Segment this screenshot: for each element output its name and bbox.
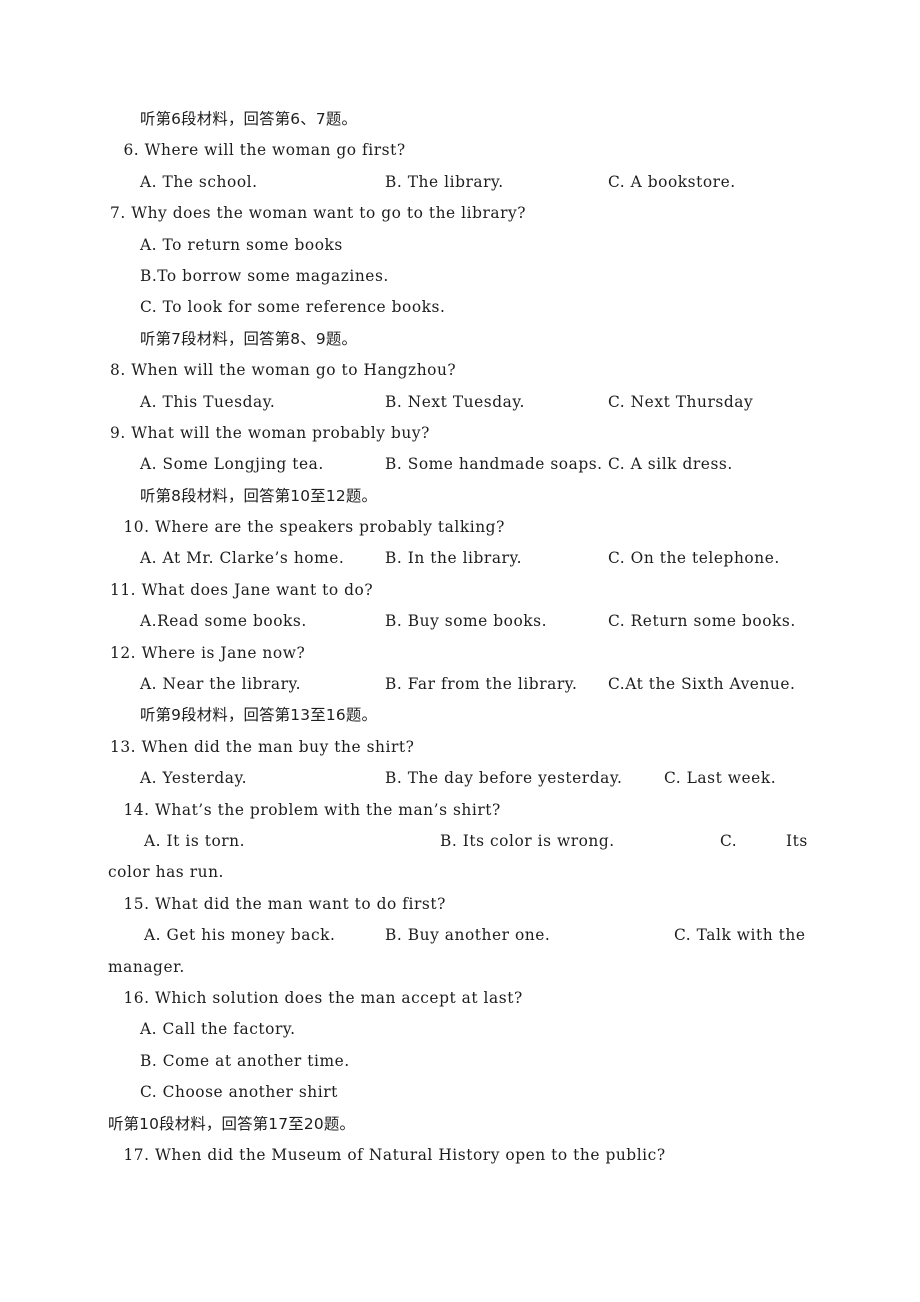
option-6-b[interactable]: B. The library.	[385, 167, 504, 198]
question-stem-17: 17. When did the Museum of Natural Histo…	[118, 1145, 666, 1164]
question-stem-14: 14. What’s the problem with the man’s sh…	[118, 800, 501, 819]
option-13-b[interactable]: B. The day before yesterday.	[385, 763, 623, 794]
exam-page: 听第6段材料，回答第6、7题。 6. Where will the woman …	[0, 0, 920, 1302]
option-10-b[interactable]: B. In the library.	[385, 543, 522, 574]
option-6-c[interactable]: C. A bookstore.	[608, 167, 736, 198]
question-stem-8: 8. When will the woman go to Hangzhou?	[110, 361, 457, 380]
option-14-c-label[interactable]: C.	[720, 826, 737, 857]
option-9-a[interactable]: A. Some Longjing tea.	[140, 449, 324, 480]
listening-direction-13-16: 听第9段材料，回答第13至16题。	[140, 706, 378, 725]
listening-direction-8-9: 听第7段材料，回答第8、9题。	[140, 329, 358, 348]
option-16-c[interactable]: C. Choose another shirt	[108, 1077, 914, 1108]
option-7-a[interactable]: A. To return some books	[108, 230, 914, 261]
question-stem-16: 16. Which solution does the man accept a…	[118, 988, 523, 1007]
option-14-c-wrapped-line: color has run.	[108, 863, 224, 882]
option-14-c-text-head[interactable]: Its	[786, 826, 808, 857]
option-9-b[interactable]: B. Some handmade soaps.	[385, 449, 603, 480]
option-13-c[interactable]: C. Last week.	[664, 763, 776, 794]
option-14-b[interactable]: B. Its color is wrong.	[440, 826, 615, 857]
option-8-c[interactable]: C. Next Thursday	[608, 387, 753, 418]
question-stem-13: 13. When did the man buy the shirt?	[110, 737, 415, 756]
question-stem-9: 9. What will the woman probably buy?	[110, 423, 430, 442]
question-stem-12: 12. Where is Jane now?	[110, 643, 306, 662]
options-row-13: A. Yesterday. B. The day before yesterda…	[108, 763, 914, 794]
option-13-a[interactable]: A. Yesterday.	[140, 763, 247, 794]
option-12-c[interactable]: C.At the Sixth Avenue.	[608, 669, 796, 700]
option-9-c[interactable]: C. A silk dress.	[608, 449, 733, 480]
question-stem-6: 6. Where will the woman go first?	[118, 141, 406, 160]
options-row-11: A.Read some books. B. Buy some books. C.…	[108, 606, 914, 637]
option-8-a[interactable]: A. This Tuesday.	[140, 387, 275, 418]
options-row-6: A. The school. B. The library. C. A book…	[108, 167, 914, 198]
option-10-c[interactable]: C. On the telephone.	[608, 543, 780, 574]
page-content: 听第6段材料，回答第6、7题。 6. Where will the woman …	[108, 104, 914, 1171]
question-stem-11: 11. What does Jane want to do?	[110, 580, 374, 599]
option-11-a[interactable]: A.Read some books.	[140, 606, 307, 637]
options-row-15: A. Get his money back. B. Buy another on…	[108, 920, 914, 951]
option-15-b[interactable]: B. Buy another one.	[385, 920, 550, 951]
option-11-c[interactable]: C. Return some books.	[608, 606, 796, 637]
listening-direction-17-20: 听第10段材料，回答第17至20题。	[108, 1114, 356, 1133]
listening-direction-6-7: 听第6段材料，回答第6、7题。	[140, 110, 358, 128]
options-row-9: A. Some Longjing tea. B. Some handmade s…	[108, 449, 914, 480]
option-7-c[interactable]: C. To look for some reference books.	[108, 292, 914, 323]
option-12-a[interactable]: A. Near the library.	[140, 669, 301, 700]
option-15-a[interactable]: A. Get his money back.	[144, 920, 335, 951]
options-row-8: A. This Tuesday. B. Next Tuesday. C. Nex…	[108, 387, 914, 418]
options-row-14: A. It is torn. B. Its color is wrong. C.…	[108, 826, 914, 857]
option-14-a[interactable]: A. It is torn.	[144, 826, 245, 857]
option-15-c[interactable]: C. Talk with the	[674, 920, 806, 951]
question-stem-15: 15. What did the man want to do first?	[118, 894, 446, 913]
listening-direction-10-12: 听第8段材料，回答第10至12题。	[140, 486, 378, 505]
option-15-c-wrapped-line: manager.	[108, 957, 185, 976]
options-row-10: A. At Mr. Clarke’s home. B. In the libra…	[108, 543, 914, 574]
question-stem-10: 10. Where are the speakers probably talk…	[118, 518, 505, 537]
option-11-b[interactable]: B. Buy some books.	[385, 606, 547, 637]
option-6-a[interactable]: A. The school.	[140, 167, 258, 198]
option-16-a[interactable]: A. Call the factory.	[108, 1014, 914, 1045]
option-10-a[interactable]: A. At Mr. Clarke’s home.	[140, 543, 344, 574]
question-stem-7: 7. Why does the woman want to go to the …	[110, 204, 527, 223]
option-8-b[interactable]: B. Next Tuesday.	[385, 387, 525, 418]
option-16-b[interactable]: B. Come at another time.	[108, 1046, 914, 1077]
option-7-b[interactable]: B.To borrow some magazines.	[108, 261, 914, 292]
options-row-12: A. Near the library. B. Far from the lib…	[108, 669, 914, 700]
option-12-b[interactable]: B. Far from the library.	[385, 669, 577, 700]
